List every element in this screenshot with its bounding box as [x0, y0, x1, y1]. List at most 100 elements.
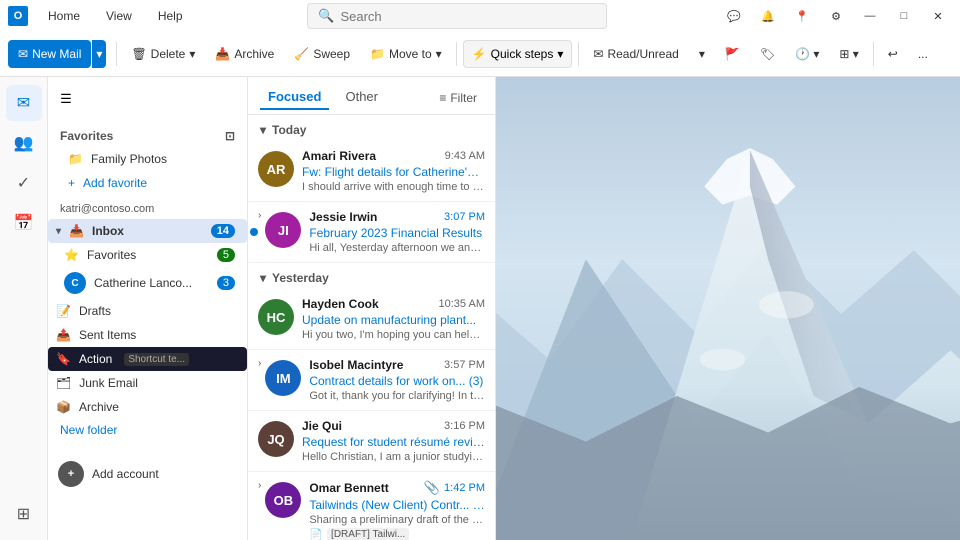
attachment-icon-6: 📎 [424, 480, 440, 496]
filter-button[interactable]: ▾ [691, 40, 713, 68]
email-item-1[interactable]: AR Amari Rivera 9:43 AM Fw: Flight detai… [248, 141, 495, 202]
notification-icon[interactable]: 💬 [720, 2, 748, 30]
tab-focused[interactable]: Focused [260, 85, 329, 110]
left-icon-tasks[interactable]: ✓ [6, 165, 42, 201]
sidebar-item-favorites[interactable]: ⭐ Favorites 5 [48, 243, 247, 267]
tab-home[interactable]: Home [36, 5, 92, 27]
new-mail-icon: ✉ [18, 47, 28, 61]
email-content-1: Amari Rivera 9:43 AM Fw: Flight details … [302, 149, 485, 193]
catherine-badge: 3 [217, 276, 235, 290]
preview-4: Got it, thank you for clarifying! In tha… [309, 390, 485, 402]
email-item-4[interactable]: › IM Isobel Macintyre 3:57 PM Contract d… [248, 350, 495, 411]
add-favorite-icon: + [68, 176, 75, 190]
unread-dot-2 [250, 228, 258, 236]
flag-button[interactable]: 🚩 [717, 40, 748, 68]
subject-1: Fw: Flight details for Catherine's gr... [302, 165, 485, 179]
tab-other[interactable]: Other [337, 85, 386, 110]
archive-button[interactable]: 📥 Archive [207, 40, 282, 68]
left-icon-people[interactable]: 👥 [6, 125, 42, 161]
search-bar[interactable]: 🔍 [307, 3, 607, 29]
envelope-icon: ✉ [593, 47, 603, 61]
hamburger-button[interactable]: ☰ [52, 85, 80, 113]
shortcut-badge: Shortcut te... [124, 353, 189, 366]
delete-button[interactable]: 🗑 Delete ▾ [123, 40, 203, 68]
close-button[interactable]: ✕ [924, 2, 952, 30]
time-2: 3:07 PM [444, 211, 485, 223]
moveto-icon: 📁 [370, 47, 385, 61]
draft-badge-6: [DRAFT] Tailwi... [327, 528, 409, 540]
more-button[interactable]: ... [910, 40, 936, 68]
left-icon-calendar[interactable]: 📅 [6, 205, 42, 241]
yesterday-divider[interactable]: ▾ Yesterday [248, 263, 495, 289]
move-to-button[interactable]: 📁 Move to ▾ [362, 40, 450, 68]
new-folder-link[interactable]: New folder [48, 419, 247, 441]
sidebar-item-sent[interactable]: 📤 Sent Items [48, 323, 247, 347]
left-icon-strip: ✉ 👥 ✓ 📅 ⊞ [0, 77, 48, 540]
email-item-3[interactable]: HC Hayden Cook 10:35 AM Update on manufa… [248, 289, 495, 350]
favorites-header[interactable]: Favorites ⊡ [56, 125, 239, 147]
sidebar-item-inbox[interactable]: ▾ 📥 Inbox 14 [48, 219, 247, 243]
preview-5: Hello Christian, I am a junior studying … [302, 451, 485, 463]
bell-icon[interactable]: 🔔 [754, 2, 782, 30]
sidebar-item-archive[interactable]: 📦 Archive [48, 395, 247, 419]
sidebar: ☰ Favorites ⊡ 📁 Family Photos + Add favo… [48, 77, 248, 540]
tab-help[interactable]: Help [146, 5, 195, 27]
new-mail-button[interactable]: ✉ New Mail [8, 40, 91, 68]
sweep-button[interactable]: 🧹 Sweep [286, 40, 358, 68]
sender-5: Jie Qui [302, 419, 342, 433]
avatar-4: IM [265, 360, 301, 396]
sidebar-item-junk[interactable]: 🗂 Junk Email [48, 371, 247, 395]
clock-button[interactable]: 🕐 ▾ [787, 40, 827, 68]
add-account-button[interactable]: + Add account [48, 453, 247, 495]
avatar-1: AR [258, 151, 294, 187]
subject-3: Update on manufacturing plant... [302, 313, 485, 327]
mountain-background [496, 77, 960, 540]
preview-1: I should arrive with enough time to atte… [302, 181, 485, 193]
delete-icon: 🗑 [131, 47, 146, 61]
tab-view[interactable]: View [94, 5, 144, 27]
email-content-5: Jie Qui 3:16 PM Request for student résu… [302, 419, 485, 463]
email-list: Focused Other ≡ Filter ▾ Today AR [248, 77, 496, 540]
expand-arrow-2: › [258, 210, 261, 221]
expand-arrow-4: › [258, 358, 261, 369]
read-unread-button[interactable]: ✉ Read/Unread [585, 40, 686, 68]
sender-3: Hayden Cook [302, 297, 379, 311]
left-icon-mail[interactable]: ✉ [6, 85, 42, 121]
undo-button[interactable]: ↩ [880, 40, 906, 68]
reading-pane [496, 77, 960, 540]
sent-icon: 📤 [56, 328, 71, 342]
email-content-3: Hayden Cook 10:35 AM Update on manufactu… [302, 297, 485, 341]
settings-icon[interactable]: ⚙ [822, 2, 850, 30]
email-item-2[interactable]: › JI Jessie Irwin 3:07 PM February 2023 … [248, 202, 495, 263]
view-button[interactable]: ⊞ ▾ [831, 40, 866, 68]
separator-4 [873, 42, 874, 66]
separator-2 [456, 42, 457, 66]
add-account-avatar: + [58, 461, 84, 487]
email-item-5[interactable]: JQ Jie Qui 3:16 PM Request for student r… [248, 411, 495, 472]
email-item-6[interactable]: › OB Omar Bennett 📎 1:42 PM Tailwinds (N… [248, 472, 495, 540]
catherine-avatar: C [64, 272, 86, 294]
drafts-icon: 📝 [56, 304, 71, 318]
location-icon[interactable]: 📍 [788, 2, 816, 30]
avatar-6: OB [265, 482, 301, 518]
left-icon-apps[interactable]: ⊞ [6, 496, 42, 532]
today-divider[interactable]: ▾ Today [248, 115, 495, 141]
tag-button[interactable]: 🏷 [752, 40, 783, 68]
minimize-button[interactable]: — [856, 2, 884, 30]
sidebar-item-family-photos[interactable]: 📁 Family Photos [56, 147, 239, 171]
avatar-2: JI [265, 212, 301, 248]
sidebar-item-add-favorite[interactable]: + Add favorite [56, 171, 239, 195]
email-content-2: Jessie Irwin 3:07 PM February 2023 Finan… [309, 210, 485, 254]
maximize-button[interactable]: □ [890, 2, 918, 30]
filter-btn[interactable]: ≡ Filter [433, 88, 483, 108]
subject-5: Request for student résumé review [302, 435, 485, 449]
sidebar-item-catherine[interactable]: C Catherine Lanco... 3 [48, 267, 247, 299]
sidebar-item-drafts[interactable]: 📝 Drafts [48, 299, 247, 323]
time-1: 9:43 AM [445, 150, 485, 162]
quick-steps-button[interactable]: ⚡ Quick steps ▾ [463, 40, 573, 68]
search-input[interactable] [340, 9, 596, 24]
sidebar-top: ☰ [48, 77, 247, 121]
new-mail-dropdown[interactable]: ▾ [92, 40, 106, 68]
preview-3: Hi you two, I'm hoping you can help me [302, 329, 485, 341]
sidebar-item-action[interactable]: 🔖 Action Shortcut te... [48, 347, 247, 371]
